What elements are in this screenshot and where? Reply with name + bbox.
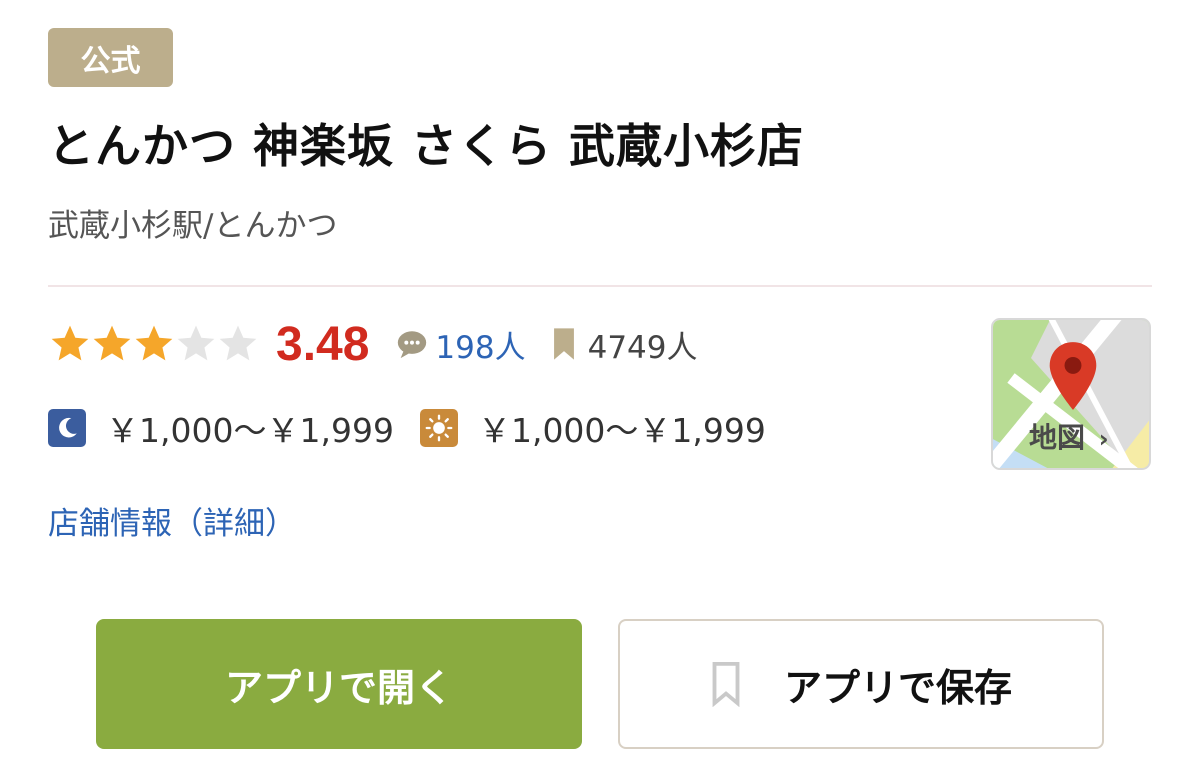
- official-badge-label: 公式: [80, 43, 141, 79]
- star-icon: [135, 325, 173, 361]
- star-empty-icon: [219, 325, 257, 361]
- bookmark-icon: [553, 328, 574, 360]
- star-icon: [51, 325, 89, 361]
- shop-name: とんかつ 神楽坂 さくら 武蔵小杉店: [48, 119, 805, 173]
- open-in-app-button[interactable]: アプリで開く: [96, 619, 582, 749]
- review-count-link[interactable]: 198人: [395, 322, 526, 367]
- lunch-price: ￥1,000～￥1,999: [477, 411, 766, 450]
- map-label: 地図 ›: [1029, 416, 1109, 456]
- price-row: ￥1,000～￥1,999 ￥1,000～￥1,999: [48, 400, 792, 456]
- shop-area-genre: 武蔵小杉駅/とんかつ: [48, 208, 338, 244]
- open-in-app-label: アプリで開く: [224, 665, 453, 710]
- sun-icon: [419, 409, 458, 447]
- bookmark-outline-icon: [712, 661, 740, 707]
- save-in-app-label: アプリで保存: [783, 665, 1012, 710]
- star-icon: [93, 325, 131, 361]
- map-label-text: 地図: [1029, 421, 1086, 454]
- map-pin-icon: [1049, 342, 1097, 410]
- star-rating: [48, 322, 258, 366]
- rating-score: 3.48: [276, 317, 370, 371]
- save-in-app-button[interactable]: アプリで保存: [618, 619, 1104, 749]
- comment-icon: [398, 331, 427, 359]
- divider: [48, 285, 1152, 287]
- moon-icon: [48, 409, 86, 447]
- official-badge: 公式: [48, 28, 173, 87]
- rating-row: 3.48 198人 4749人: [48, 312, 698, 376]
- dinner-price: ￥1,000～￥1,999: [106, 411, 394, 450]
- save-count: 4749人: [587, 329, 698, 366]
- map-thumbnail[interactable]: 地図 ›: [991, 318, 1151, 470]
- shop-detail-link[interactable]: 店舗情報（詳細）: [48, 498, 296, 543]
- chevron-right-icon: ›: [1098, 425, 1109, 453]
- save-count-group: 4749人: [552, 322, 698, 367]
- review-count[interactable]: 198人: [435, 322, 525, 367]
- star-empty-icon: [177, 325, 215, 361]
